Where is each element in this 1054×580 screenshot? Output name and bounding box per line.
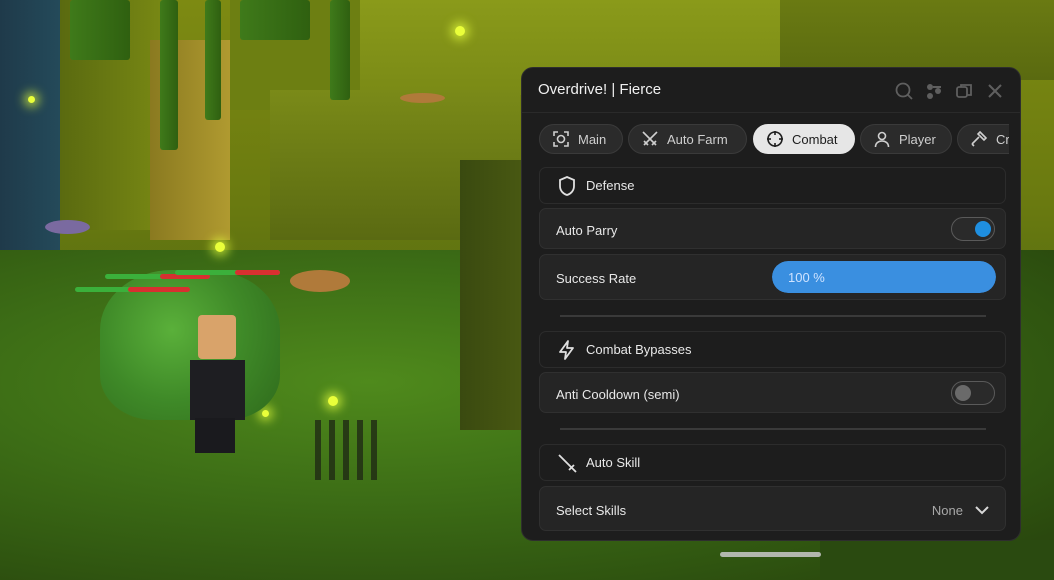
tab-main[interactable]: Main — [539, 124, 623, 154]
scene-firefly — [455, 26, 465, 36]
shield-icon — [556, 175, 578, 197]
slider-value: 100 % — [788, 270, 825, 285]
tab-label: Main — [578, 131, 607, 147]
target-icon — [552, 130, 570, 148]
section-divider — [560, 315, 986, 317]
enemy-health-bar-damage — [235, 270, 280, 275]
enemy-health-bar-damage — [128, 287, 190, 292]
section-header-auto-skill: Auto Skill — [539, 444, 1006, 481]
success-rate-row: Success Rate 100 % — [539, 254, 1006, 300]
script-hub-window: Overdrive! | Fierce Main Auto Farm Comba… — [521, 67, 1021, 541]
section-header-defense: Defense — [539, 167, 1006, 204]
window-title: Overdrive! | Fierce — [538, 81, 662, 98]
tab-label: Combat — [792, 131, 838, 147]
tab-player[interactable]: Player — [860, 124, 952, 154]
auto-parry-row: Auto Parry — [539, 208, 1006, 249]
anti-cooldown-toggle[interactable] — [951, 381, 995, 405]
select-skills-label: Select Skills — [556, 503, 627, 518]
anti-cooldown-row: Anti Cooldown (semi) — [539, 372, 1006, 413]
section-title: Defense — [586, 178, 635, 193]
success-rate-slider[interactable]: 100 % — [772, 261, 996, 293]
tab-label: Cr — [996, 131, 1009, 147]
tab-label: Auto Farm — [667, 131, 728, 147]
tab-auto-farm[interactable]: Auto Farm — [628, 124, 747, 154]
section-title: Auto Skill — [586, 455, 641, 470]
select-skills-dropdown[interactable]: Select Skills None — [539, 486, 1006, 531]
scene-vine — [330, 0, 350, 100]
scene-flower — [45, 220, 90, 234]
select-skills-value: None — [931, 503, 963, 518]
user-icon — [873, 130, 891, 148]
scene-block — [460, 160, 530, 430]
scene-vine — [205, 0, 221, 120]
tab-crafting[interactable]: Cr — [957, 124, 1009, 154]
scene-spikes — [315, 420, 385, 480]
scene-vine — [240, 0, 310, 40]
anti-cooldown-label: Anti Cooldown (semi) — [556, 387, 680, 402]
restore-icon[interactable] — [954, 81, 974, 101]
player-character-head — [198, 315, 236, 359]
scene-vine — [70, 0, 130, 60]
scene-firefly — [215, 242, 225, 252]
crosshair-icon — [766, 130, 784, 148]
scene-firefly — [262, 410, 269, 417]
settings-icon[interactable] — [924, 81, 944, 101]
scene-firefly — [28, 96, 35, 103]
auto-parry-toggle[interactable] — [951, 217, 995, 241]
toggle-knob — [975, 221, 991, 237]
swords-icon — [641, 130, 659, 148]
close-icon[interactable] — [985, 81, 1005, 101]
auto-parry-label: Auto Parry — [556, 223, 618, 238]
chevron-down-icon[interactable] — [973, 501, 991, 519]
scene-vine — [160, 0, 178, 150]
tab-label: Player — [899, 131, 936, 147]
title-bar[interactable]: Overdrive! | Fierce — [522, 68, 1020, 113]
scene-block — [820, 540, 1054, 580]
player-character-legs — [195, 418, 235, 453]
scene-firefly — [328, 396, 338, 406]
section-divider — [560, 428, 986, 430]
scene-flower — [400, 93, 445, 103]
tab-bar: Main Auto Farm Combat Player Cr — [539, 124, 1009, 156]
player-character-body — [190, 360, 245, 420]
window-drag-handle[interactable] — [720, 552, 821, 557]
scene-flower — [290, 270, 350, 292]
sword-icon — [556, 452, 578, 474]
tab-combat[interactable]: Combat — [753, 124, 855, 154]
hammer-icon — [970, 130, 988, 148]
toggle-knob — [955, 385, 971, 401]
section-title: Combat Bypasses — [586, 342, 692, 357]
search-icon[interactable] — [894, 81, 914, 101]
section-header-combat-bypasses: Combat Bypasses — [539, 331, 1006, 368]
success-rate-label: Success Rate — [556, 271, 637, 286]
lightning-icon — [556, 339, 578, 361]
